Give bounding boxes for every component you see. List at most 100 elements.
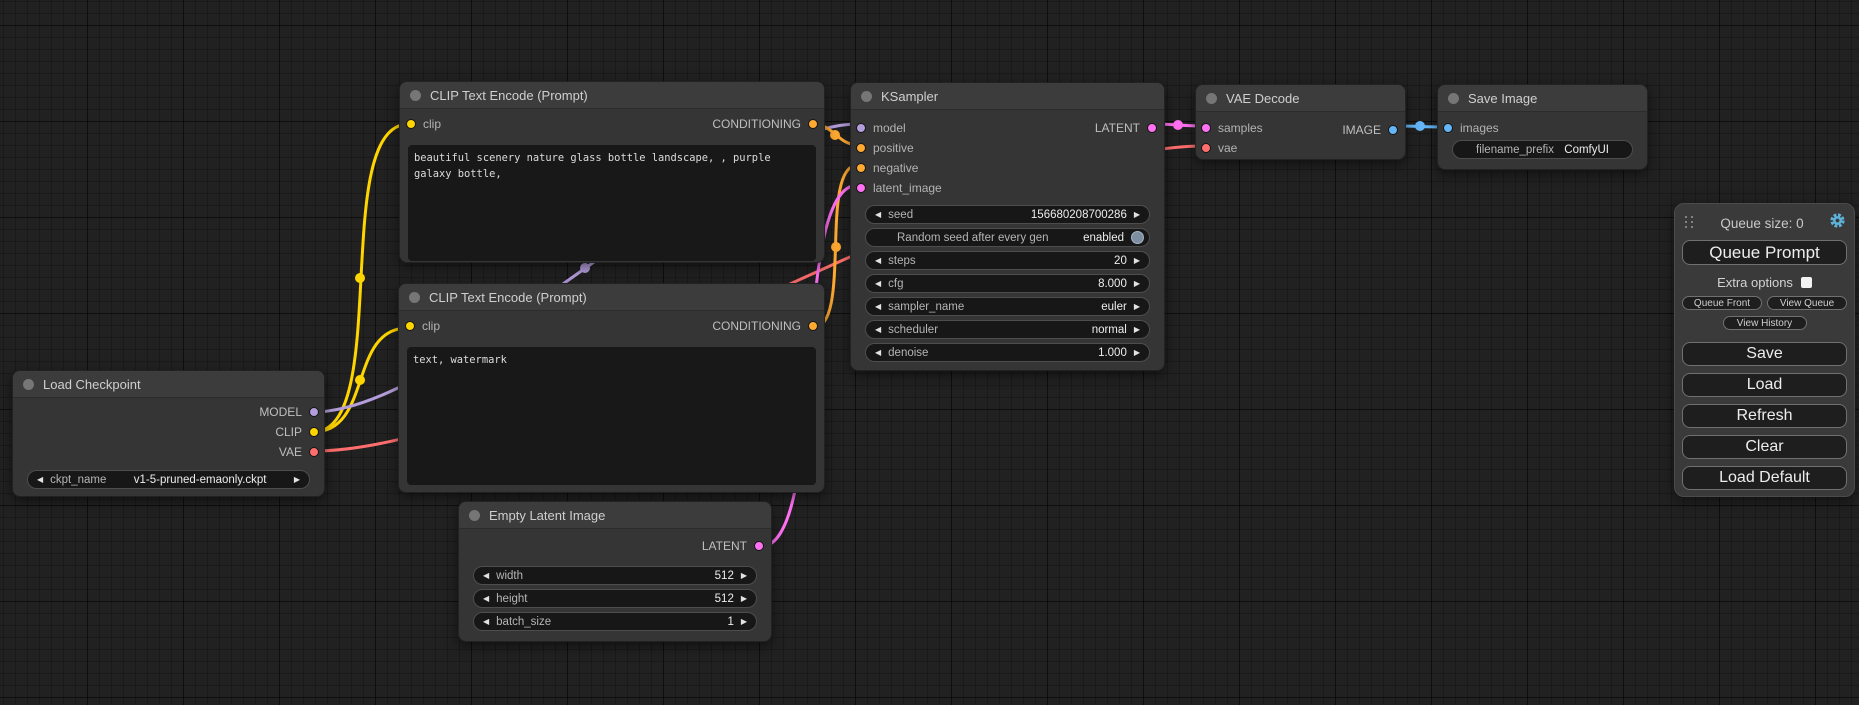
- output-port-model[interactable]: MODEL: [13, 402, 324, 422]
- vae-port-icon[interactable]: [1201, 143, 1211, 153]
- collapse-dot-icon[interactable]: [410, 90, 421, 101]
- node-load-checkpoint[interactable]: Load Checkpoint MODEL CLIP VAE ckpt: [12, 370, 325, 497]
- node-ksampler[interactable]: KSampler LATENT model positive negative: [850, 82, 1165, 371]
- denoise-widget[interactable]: denoise 1.000: [865, 343, 1150, 362]
- refresh-button[interactable]: Refresh: [1682, 404, 1847, 428]
- increment-arrow-icon[interactable]: [741, 618, 747, 626]
- node-empty-latent-image[interactable]: Empty Latent Image LATENT width 512 heig…: [458, 501, 772, 642]
- decrement-arrow-icon[interactable]: [875, 280, 881, 288]
- collapse-dot-icon[interactable]: [469, 510, 480, 521]
- increment-arrow-icon[interactable]: [1134, 349, 1140, 357]
- output-port-vae[interactable]: VAE: [13, 442, 324, 462]
- decrement-arrow-icon[interactable]: [875, 326, 881, 334]
- settings-gear-icon[interactable]: [1829, 212, 1846, 234]
- output-port-latent[interactable]: LATENT: [1095, 118, 1157, 138]
- height-widget[interactable]: height 512: [473, 589, 757, 608]
- model-port-icon[interactable]: [856, 123, 866, 133]
- vae-port-icon[interactable]: [309, 447, 319, 457]
- decrement-arrow-icon[interactable]: [875, 303, 881, 311]
- collapse-dot-icon[interactable]: [1206, 93, 1217, 104]
- drag-handle-icon[interactable]: [1685, 216, 1695, 230]
- collapse-dot-icon[interactable]: [409, 292, 420, 303]
- increment-arrow-icon[interactable]: [1134, 280, 1140, 288]
- node-vae-decode[interactable]: VAE Decode IMAGE samples vae: [1195, 84, 1406, 160]
- output-port-latent[interactable]: LATENT: [702, 536, 764, 556]
- decrement-arrow-icon[interactable]: [875, 349, 881, 357]
- queue-front-button[interactable]: Queue Front: [1682, 296, 1762, 310]
- decrement-arrow-icon[interactable]: [483, 595, 489, 603]
- latent-port-icon[interactable]: [754, 541, 764, 551]
- conditioning-port-icon[interactable]: [856, 163, 866, 173]
- node-save-image[interactable]: Save Image images filename_prefix ComfyU…: [1437, 84, 1648, 170]
- seed-widget[interactable]: seed 156680208700286: [865, 205, 1150, 224]
- node-clip-text-encode-negative[interactable]: CLIP Text Encode (Prompt) clip CONDITION…: [398, 283, 825, 493]
- latent-port-icon[interactable]: [1147, 123, 1157, 133]
- clip-port-icon[interactable]: [405, 321, 415, 331]
- collapse-dot-icon[interactable]: [23, 379, 34, 390]
- cfg-widget[interactable]: cfg 8.000: [865, 274, 1150, 293]
- node-clip-text-encode-positive[interactable]: CLIP Text Encode (Prompt) clip CONDITION…: [399, 81, 825, 263]
- output-port-conditioning[interactable]: CONDITIONING: [712, 319, 818, 333]
- node-title-bar[interactable]: CLIP Text Encode (Prompt): [400, 82, 824, 109]
- node-title-bar[interactable]: Save Image: [1438, 85, 1647, 112]
- clear-button[interactable]: Clear: [1682, 435, 1847, 459]
- decrement-arrow-icon[interactable]: [875, 257, 881, 265]
- increment-arrow-icon[interactable]: [1134, 326, 1140, 334]
- input-port-clip[interactable]: clip: [406, 117, 441, 131]
- input-port-images[interactable]: images: [1438, 118, 1647, 138]
- image-port-icon[interactable]: [1443, 123, 1453, 133]
- input-port-vae[interactable]: vae: [1196, 138, 1405, 158]
- output-port-image[interactable]: IMAGE: [1342, 120, 1398, 140]
- input-port-clip[interactable]: clip: [405, 319, 440, 333]
- node-graph-canvas[interactable]: CLIP Text Encode (Prompt) clip CONDITION…: [0, 0, 1859, 705]
- steps-widget[interactable]: steps 20: [865, 251, 1150, 270]
- view-queue-button[interactable]: View Queue: [1767, 296, 1847, 310]
- latent-port-icon[interactable]: [1201, 123, 1211, 133]
- node-title-bar[interactable]: Load Checkpoint: [13, 371, 324, 398]
- increment-arrow-icon[interactable]: [741, 595, 747, 603]
- clip-port-icon[interactable]: [309, 427, 319, 437]
- image-port-icon[interactable]: [1388, 125, 1398, 135]
- toggle-knob-icon[interactable]: [1131, 231, 1144, 244]
- ckpt-name-widget[interactable]: ckpt_name v1-5-pruned-emaonly.ckpt: [27, 470, 310, 489]
- conditioning-port-icon[interactable]: [808, 321, 818, 331]
- output-port-conditioning[interactable]: CONDITIONING: [712, 117, 818, 131]
- load-button[interactable]: Load: [1682, 373, 1847, 397]
- decrement-arrow-icon[interactable]: [875, 211, 881, 219]
- increment-arrow-icon[interactable]: [1134, 303, 1140, 311]
- decrement-arrow-icon[interactable]: [483, 618, 489, 626]
- scheduler-widget[interactable]: scheduler normal: [865, 320, 1150, 339]
- decrement-arrow-icon[interactable]: [483, 572, 489, 580]
- batch-size-widget[interactable]: batch_size 1: [473, 612, 757, 631]
- output-port-clip[interactable]: CLIP: [13, 422, 324, 442]
- conditioning-port-icon[interactable]: [856, 143, 866, 153]
- input-port-negative[interactable]: negative: [851, 158, 1164, 178]
- next-arrow-icon[interactable]: [294, 476, 300, 484]
- collapse-dot-icon[interactable]: [861, 91, 872, 102]
- increment-arrow-icon[interactable]: [1134, 257, 1140, 265]
- model-port-icon[interactable]: [309, 407, 319, 417]
- collapse-dot-icon[interactable]: [1448, 93, 1459, 104]
- input-port-latent-image[interactable]: latent_image: [851, 178, 1164, 198]
- clip-port-icon[interactable]: [406, 119, 416, 129]
- save-button[interactable]: Save: [1682, 342, 1847, 366]
- view-history-button[interactable]: View History: [1723, 316, 1807, 330]
- width-widget[interactable]: width 512: [473, 566, 757, 585]
- prompt-textarea[interactable]: beautiful scenery nature glass bottle la…: [408, 145, 816, 261]
- node-title-bar[interactable]: KSampler: [851, 83, 1164, 110]
- node-title-bar[interactable]: VAE Decode: [1196, 85, 1405, 112]
- input-port-positive[interactable]: positive: [851, 138, 1164, 158]
- node-title-bar[interactable]: CLIP Text Encode (Prompt): [399, 284, 824, 311]
- conditioning-port-icon[interactable]: [808, 119, 818, 129]
- filename-prefix-widget[interactable]: filename_prefix ComfyUI: [1452, 140, 1633, 159]
- previous-arrow-icon[interactable]: [37, 476, 43, 484]
- random-seed-toggle[interactable]: Random seed after every gen enabled: [865, 228, 1150, 247]
- increment-arrow-icon[interactable]: [741, 572, 747, 580]
- queue-prompt-button[interactable]: Queue Prompt: [1682, 240, 1847, 265]
- extra-options-checkbox[interactable]: [1801, 277, 1812, 288]
- load-default-button[interactable]: Load Default: [1682, 466, 1847, 490]
- latent-port-icon[interactable]: [856, 183, 866, 193]
- increment-arrow-icon[interactable]: [1134, 211, 1140, 219]
- prompt-textarea[interactable]: text, watermark: [407, 347, 816, 485]
- node-title-bar[interactable]: Empty Latent Image: [459, 502, 771, 529]
